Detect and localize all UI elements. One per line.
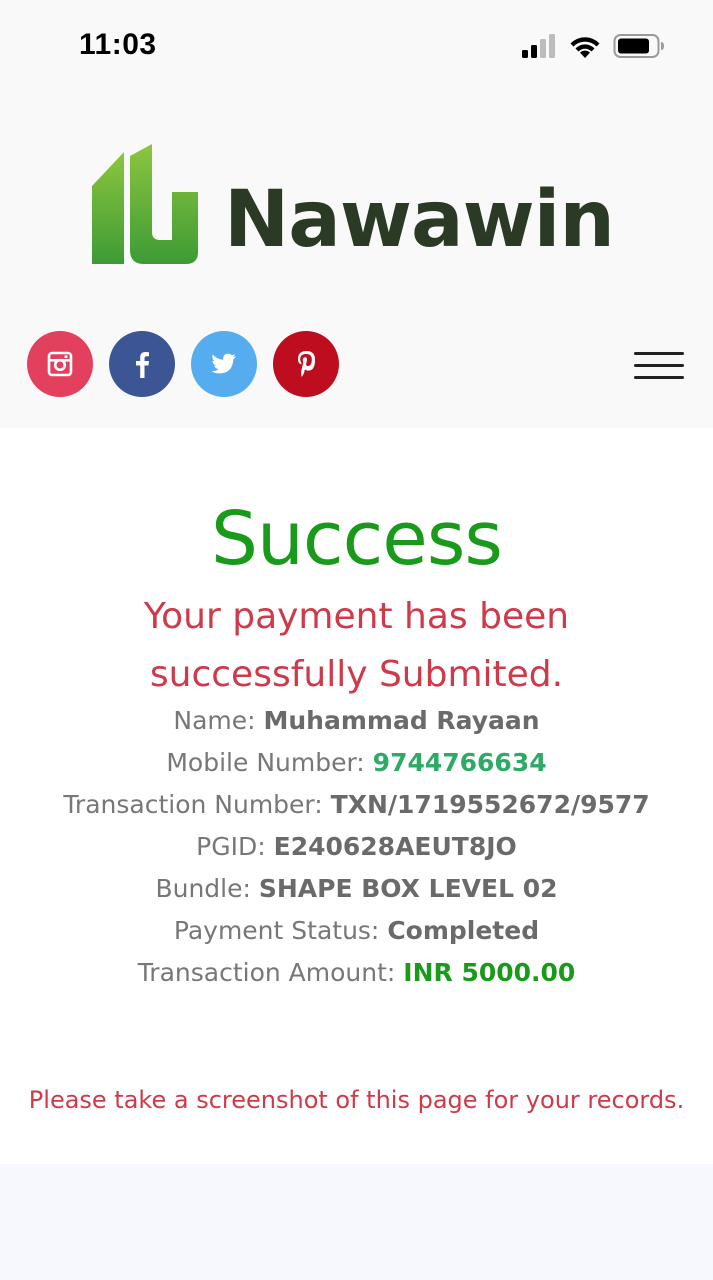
status-icons <box>521 33 665 59</box>
facebook-icon <box>136 352 149 378</box>
payment-result-card: Success Your payment has been successful… <box>0 428 713 1164</box>
detail-value: Muhammad Rayaan <box>263 706 540 735</box>
twitter-button[interactable] <box>191 331 257 397</box>
status-time: 11:03 <box>79 28 157 61</box>
hamburger-menu-icon <box>634 352 684 355</box>
detail-label: Transaction Amount: <box>137 958 404 987</box>
detail-mobile: Mobile Number: 9744766634 <box>0 742 713 784</box>
pinterest-icon <box>298 351 315 377</box>
detail-value: Completed <box>387 916 540 945</box>
detail-transaction-amount: Transaction Amount: INR 5000.00 <box>0 952 713 994</box>
detail-name: Name: Muhammad Rayaan <box>0 700 713 742</box>
detail-value: SHAPE BOX LEVEL 02 <box>258 874 558 903</box>
cellular-signal-icon <box>522 34 555 58</box>
pinterest-button[interactable] <box>273 331 339 397</box>
detail-value: E240628AEUT8JO <box>273 832 517 861</box>
screenshot-note: Please take a screenshot of this page fo… <box>28 1086 685 1114</box>
menu-button[interactable] <box>630 349 688 385</box>
detail-value: INR 5000.00 <box>403 958 576 987</box>
brand-name: Nawawin <box>224 174 615 265</box>
facebook-button[interactable] <box>109 331 175 397</box>
detail-label: Bundle: <box>155 874 259 903</box>
detail-payment-status: Payment Status: Completed <box>0 910 713 952</box>
detail-label: PGID: <box>196 832 274 861</box>
success-title: Success <box>211 496 503 582</box>
hamburger-menu-icon-line <box>634 364 684 367</box>
detail-label: Transaction Number: <box>63 790 331 819</box>
instagram-icon <box>47 351 73 377</box>
detail-label: Mobile Number: <box>166 748 373 777</box>
detail-label: Payment Status: <box>173 916 388 945</box>
detail-transaction-number: Transaction Number: TXN/1719552672/9577 <box>0 784 713 826</box>
payment-details: Name: Muhammad Rayaan Mobile Number: 974… <box>0 700 713 994</box>
hamburger-menu-icon-line <box>634 376 684 379</box>
wifi-icon <box>570 37 600 58</box>
detail-bundle: Bundle: SHAPE BOX LEVEL 02 <box>0 868 713 910</box>
social-links <box>27 331 339 397</box>
success-message: Your payment has been successfully Submi… <box>143 596 570 695</box>
detail-label: Name: <box>173 706 264 735</box>
status-bar: 11:03 <box>0 0 713 95</box>
instagram-button[interactable] <box>27 331 93 397</box>
house-logo-icon <box>92 143 198 264</box>
twitter-icon <box>211 353 236 374</box>
detail-pgid: PGID: E240628AEUT8JO <box>0 826 713 868</box>
footer-area <box>0 1164 713 1280</box>
brand-logo[interactable]: Nawawin <box>92 143 622 268</box>
mobile-number-link[interactable]: 9744766634 <box>373 748 547 777</box>
detail-value: TXN/1719552672/9577 <box>330 790 650 819</box>
battery-icon <box>613 34 664 58</box>
